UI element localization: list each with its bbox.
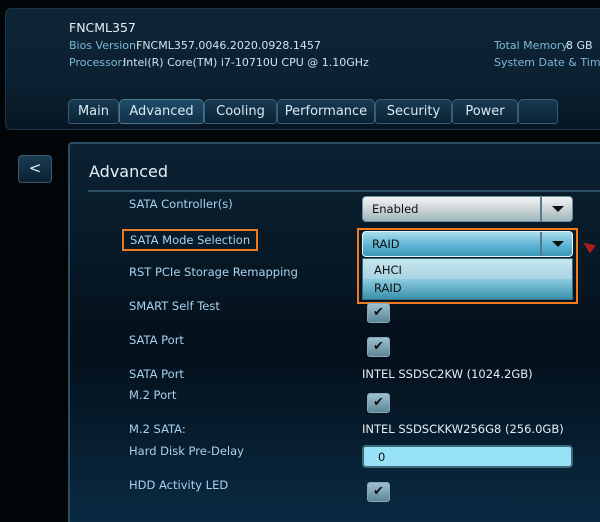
datetime-label: System Date & Time: xyxy=(494,56,600,69)
label-m2-port: M.2 Port xyxy=(129,388,177,402)
chevron-down-icon[interactable] xyxy=(540,232,572,256)
dropdown-value: RAID xyxy=(372,237,400,251)
dropdown-value: Enabled xyxy=(372,202,419,216)
tab-power[interactable]: Power xyxy=(452,99,518,124)
bios-value: FNCML357.0046.2020.0928.1457 xyxy=(136,39,321,52)
option-raid[interactable]: RAID xyxy=(363,279,572,299)
label-smart: SMART Self Test xyxy=(129,299,220,313)
tab-advanced[interactable]: Advanced xyxy=(119,99,204,124)
option-ahci[interactable]: AHCI xyxy=(363,259,572,279)
label-sata-mode: SATA Mode Selection xyxy=(122,229,259,251)
hdd-led-checkbox[interactable]: ✔ xyxy=(367,482,390,502)
bios-label: Bios Version: xyxy=(69,39,140,52)
label-sata-port-2: SATA Port xyxy=(129,367,184,381)
page-title: Advanced xyxy=(89,162,169,181)
sata-controller-dropdown[interactable]: Enabled xyxy=(362,196,573,222)
divider xyxy=(88,190,600,192)
label-hdd-delay: Hard Disk Pre-Delay xyxy=(129,444,244,458)
smart-checkbox[interactable]: ✔ xyxy=(367,303,390,323)
label-sata-controller: SATA Controller(s) xyxy=(129,197,233,211)
processor-value: Intel(R) Core(TM) i7-10710U CPU @ 1.10GH… xyxy=(123,56,369,69)
sata-mode-dropdown[interactable]: RAID xyxy=(362,231,573,257)
sata-mode-options: AHCI RAID xyxy=(362,258,573,300)
sata-port-checkbox[interactable]: ✔ xyxy=(367,337,390,357)
memory-value: 8 GB xyxy=(566,39,593,52)
processor-label: Processor: xyxy=(69,56,126,69)
tab-main[interactable]: Main xyxy=(68,99,119,124)
sata-port-device: INTEL SSDSC2KW (1024.2GB) xyxy=(362,367,533,381)
back-button[interactable]: < xyxy=(18,155,52,183)
m2-sata-device: INTEL SSDSCKKW256G8 (256.0GB) xyxy=(362,422,564,436)
tab-security[interactable]: Security xyxy=(375,99,452,124)
tab-cooling[interactable]: Cooling xyxy=(204,99,277,124)
m2-port-checkbox[interactable]: ✔ xyxy=(367,393,390,413)
chevron-down-icon[interactable] xyxy=(540,197,572,221)
label-sata-port-1: SATA Port xyxy=(129,333,184,347)
label-hdd-led: HDD Activity LED xyxy=(129,478,229,492)
tab-more[interactable] xyxy=(518,99,558,124)
label-rst-remap: RST PCIe Storage Remapping xyxy=(129,265,298,279)
tab-performance[interactable]: Performance xyxy=(277,99,375,124)
hdd-delay-input[interactable]: 0 xyxy=(362,445,573,468)
memory-label: Total Memory: xyxy=(494,39,571,52)
label-m2-sata: M.2 SATA: xyxy=(129,422,186,436)
model-name: FNCML357 xyxy=(69,20,136,35)
